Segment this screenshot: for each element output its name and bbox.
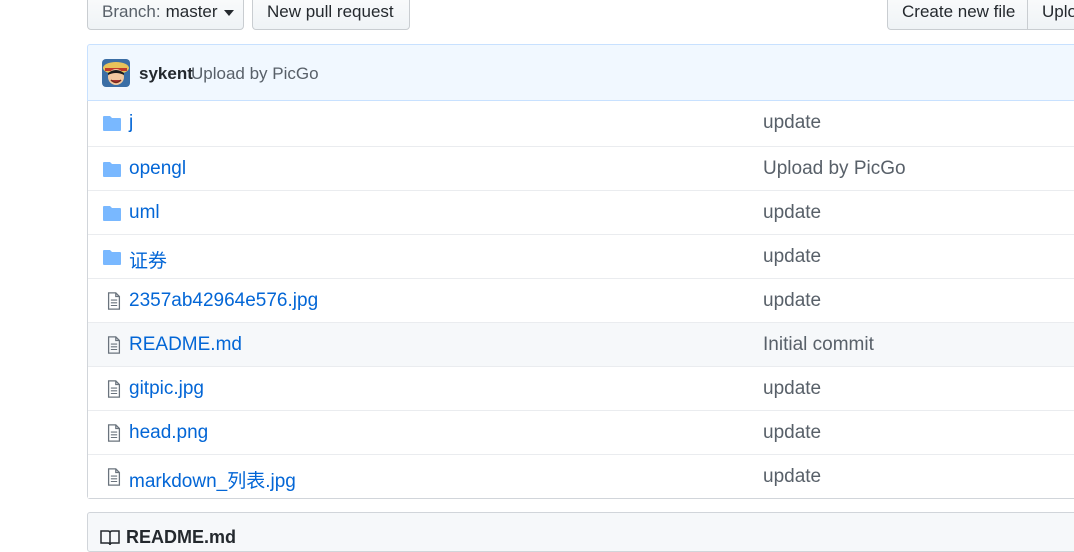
commit-message-link[interactable]: update [763, 378, 821, 400]
create-new-file-button[interactable]: Create new file [887, 0, 1028, 30]
file-name-link[interactable]: 2357ab42964e576.jpg [129, 290, 318, 312]
file-icon [102, 424, 122, 442]
file-row: markdown_列表.jpg update [88, 454, 1074, 498]
file-row: opengl Upload by PicGo [88, 146, 1074, 190]
upload-files-button[interactable]: Uplo [1027, 0, 1074, 30]
file-name-link[interactable]: markdown_列表.jpg [129, 466, 296, 493]
commit-message-link[interactable]: Upload by PicGo [763, 158, 906, 180]
file-name-link[interactable]: head.png [129, 422, 208, 444]
branch-label: Branch: [102, 2, 161, 21]
file-name-link[interactable]: opengl [129, 158, 186, 180]
commit-message-link[interactable]: Upload by PicGo [191, 64, 319, 84]
latest-commit-bar: sykent Upload by PicGo [87, 44, 1074, 101]
file-name-link[interactable]: README.md [129, 334, 242, 356]
commit-author-link[interactable]: sykent [139, 64, 193, 84]
file-list: j update opengl Upload by PicGo uml update 证券 u… [87, 101, 1074, 499]
readme-title: README.md [126, 527, 237, 547]
commit-message-link[interactable]: update [763, 290, 821, 312]
folder-icon [102, 160, 122, 178]
file-row: README.md Initial commit [88, 322, 1074, 366]
commit-message-link[interactable]: update [763, 112, 821, 134]
file-row: head.png update [88, 410, 1074, 454]
file-name-link[interactable]: 证券 [129, 246, 167, 273]
caret-down-icon [223, 10, 234, 16]
folder-icon [102, 204, 122, 222]
file-icon [102, 336, 122, 354]
file-icon [102, 292, 122, 310]
readme-header: README.md [87, 512, 1074, 552]
file-name-link[interactable]: j [129, 112, 133, 134]
commit-message-link[interactable]: update [763, 202, 821, 224]
folder-icon [102, 114, 122, 132]
file-name-link[interactable]: gitpic.jpg [129, 378, 204, 400]
avatar[interactable] [102, 59, 130, 87]
file-row: uml update [88, 190, 1074, 234]
file-row: j update [88, 101, 1074, 146]
commit-message-link[interactable]: update [763, 246, 821, 268]
commit-message-link[interactable]: Initial commit [763, 334, 874, 356]
file-icon [102, 468, 122, 486]
file-row: 2357ab42964e576.jpg update [88, 278, 1074, 322]
branch-select-button[interactable]: Branch: master [87, 0, 244, 30]
file-row: 证券 update [88, 234, 1074, 278]
avatar-image [102, 59, 130, 87]
new-pull-request-button[interactable]: New pull request [252, 0, 410, 30]
file-row: gitpic.jpg update [88, 366, 1074, 410]
branch-value: master [165, 2, 218, 21]
file-name-link[interactable]: uml [129, 202, 160, 224]
book-icon [100, 530, 120, 546]
file-icon [102, 380, 122, 398]
commit-message-link[interactable]: update [763, 422, 821, 444]
folder-icon [102, 248, 122, 266]
commit-message-link[interactable]: update [763, 466, 821, 488]
